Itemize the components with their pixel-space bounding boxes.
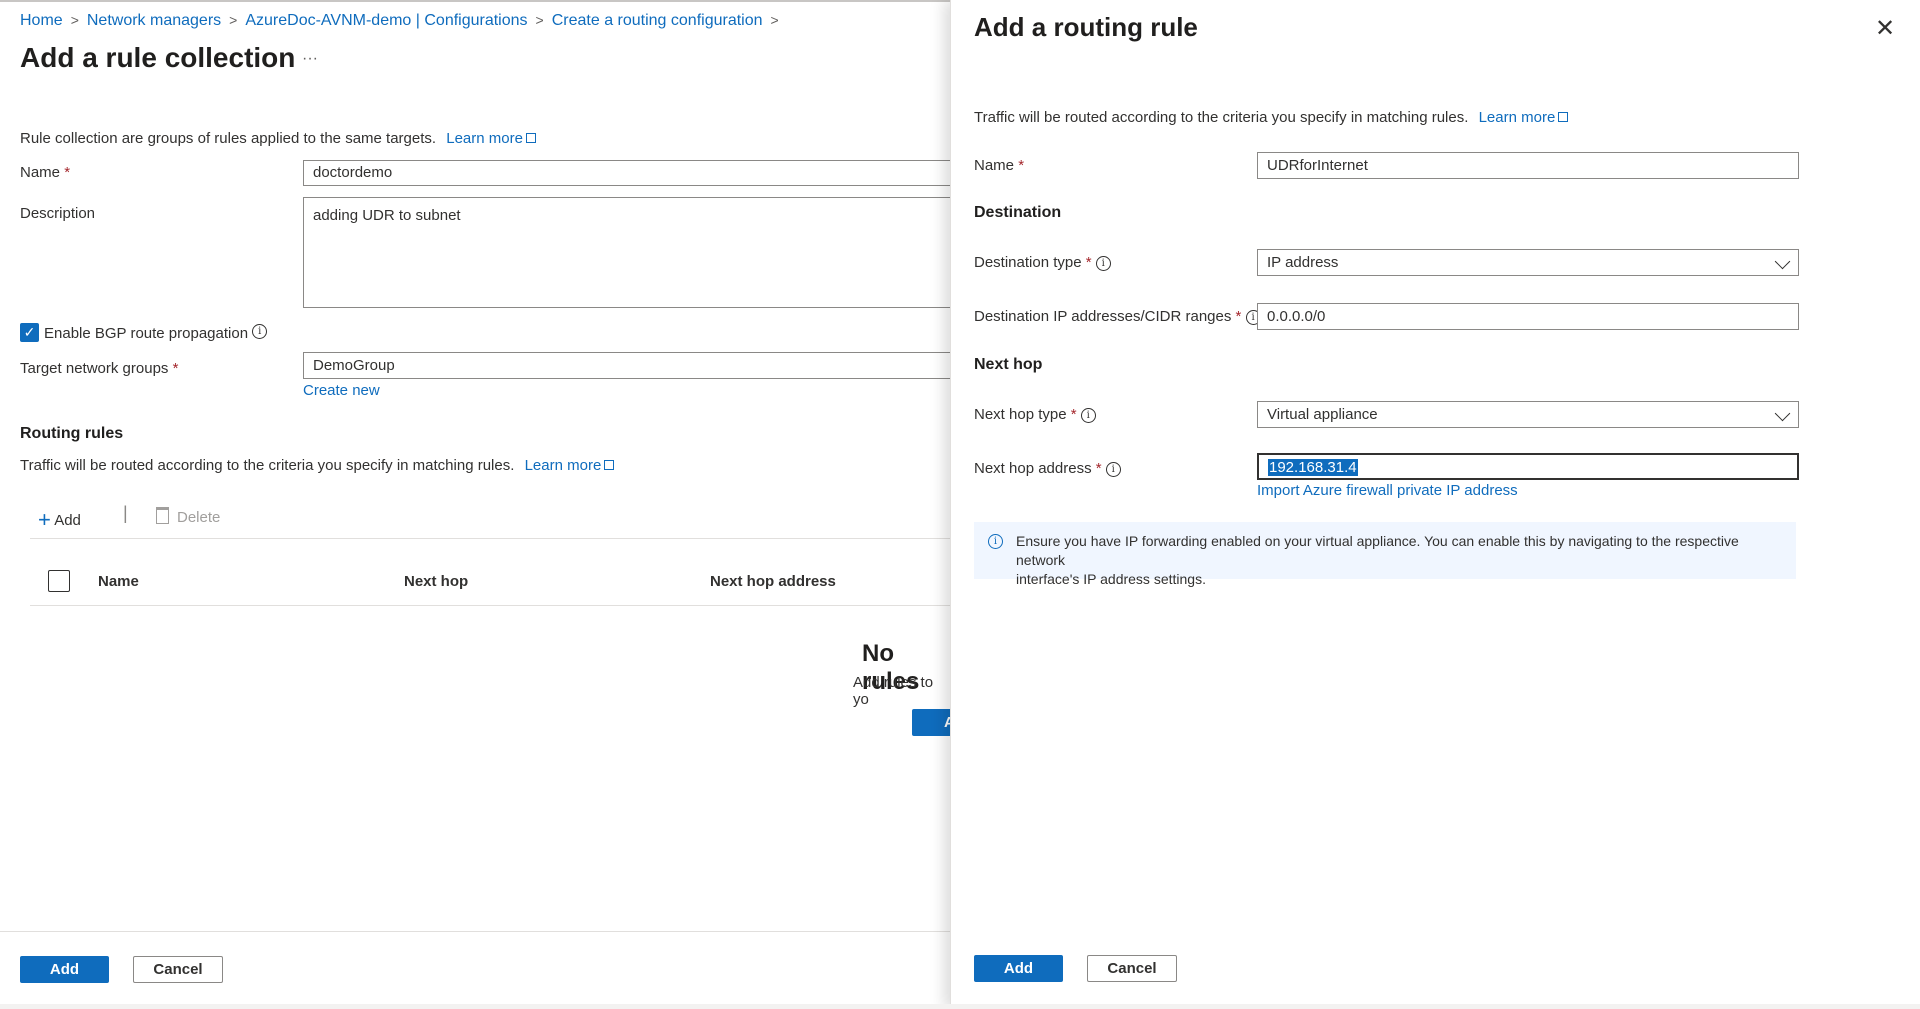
info-icon[interactable]: i xyxy=(1105,461,1121,477)
external-link-icon xyxy=(1558,112,1569,122)
rule-name-label: Name * xyxy=(974,157,1025,174)
add-rule-button[interactable]: + Add xyxy=(38,505,81,532)
column-header-next-hop[interactable]: Next hop xyxy=(404,573,468,590)
cancel-rule-button[interactable]: Cancel xyxy=(1087,955,1177,982)
next-hop-heading: Next hop xyxy=(974,356,1043,373)
column-header-next-hop-address[interactable]: Next hop address xyxy=(710,573,836,590)
bottom-band xyxy=(0,1004,1920,1009)
breadcrumb-network-managers[interactable]: Network managers xyxy=(87,12,221,29)
chevron-right-icon: > xyxy=(535,12,544,28)
chevron-down-icon xyxy=(1774,253,1791,270)
panel-learn-more-link[interactable]: Learn more xyxy=(1479,109,1569,126)
empty-state-subtitle: Add rules to yo xyxy=(853,674,934,708)
rule-collection-intro: Rule collection are groups of rules appl… xyxy=(20,130,536,147)
target-network-groups-input[interactable]: DemoGroup xyxy=(303,352,963,379)
destination-type-dropdown[interactable]: IP address xyxy=(1257,249,1799,276)
rule-collection-blade: Home > Network managers > AzureDoc-AVNM-demo… xyxy=(0,0,972,1009)
routing-rules-intro-text: Traffic will be routed according to the … xyxy=(20,457,515,474)
info-text-line-2: interface's IP address settings. xyxy=(1016,571,1206,587)
destination-ip-label: Destination IP addresses/CIDR ranges * i xyxy=(974,308,1261,325)
destination-heading: Destination xyxy=(974,204,1062,221)
chevron-right-icon: > xyxy=(70,12,79,28)
info-text-line-1: Ensure you have IP forwarding enabled on… xyxy=(1016,533,1739,568)
destination-type-value: IP address xyxy=(1267,254,1339,271)
description-label: Description xyxy=(20,205,96,222)
cancel-collection-button[interactable]: Cancel xyxy=(133,956,223,983)
more-options-button[interactable]: ··· xyxy=(302,50,318,68)
next-hop-type-label: Next hop type * i xyxy=(974,406,1096,423)
close-icon[interactable]: ✕ xyxy=(1875,14,1895,43)
delete-rule-button[interactable]: Delete xyxy=(156,505,220,526)
column-header-name[interactable]: Name xyxy=(98,573,139,590)
info-icon[interactable]: i xyxy=(1095,255,1111,271)
name-label: Name * xyxy=(20,164,71,181)
external-link-icon xyxy=(604,460,615,470)
next-hop-address-label: Next hop address * i xyxy=(974,460,1121,477)
bgp-label: Enable BGP route propagation i xyxy=(44,323,268,342)
destination-ip-input[interactable]: 0.0.0.0/0 xyxy=(1257,303,1799,330)
import-firewall-ip-link[interactable]: Import Azure firewall private IP address xyxy=(1257,482,1518,499)
add-routing-rule-panel: Add a routing rule ✕ Traffic will be rou… xyxy=(950,0,1920,1009)
breadcrumb-configurations[interactable]: AzureDoc-AVNM-demo | Configurations xyxy=(245,12,527,29)
chevron-right-icon: > xyxy=(229,12,238,28)
next-hop-address-input[interactable]: 192.168.31.4 xyxy=(1257,453,1799,480)
routing-rules-heading: Routing rules xyxy=(20,425,124,442)
external-link-icon xyxy=(525,133,536,143)
learn-more-link[interactable]: Learn more xyxy=(446,130,536,147)
description-textarea[interactable]: adding UDR to subnet xyxy=(303,197,963,308)
next-hop-type-value: Virtual appliance xyxy=(1267,406,1378,423)
page-title: Add a rule collection xyxy=(20,42,296,73)
chevron-down-icon xyxy=(1774,405,1791,422)
checkmark-icon: ✓ xyxy=(23,324,36,340)
add-rule-submit-button[interactable]: Add xyxy=(974,955,1063,982)
breadcrumb-home[interactable]: Home xyxy=(20,12,63,29)
select-all-checkbox[interactable] xyxy=(48,570,70,592)
name-input[interactable]: doctordemo xyxy=(303,160,963,186)
add-collection-button[interactable]: Add xyxy=(20,956,109,983)
toolbar-separator: | xyxy=(123,503,128,523)
target-network-groups-label: Target network groups * xyxy=(20,360,179,377)
breadcrumb: Home > Network managers > AzureDoc-AVNM-demo… xyxy=(20,12,787,30)
panel-intro-text: Traffic will be routed according to the … xyxy=(974,109,1469,126)
info-icon: i xyxy=(988,534,1003,549)
panel-title: Add a routing rule xyxy=(974,12,1198,42)
breadcrumb-create-routing-configuration[interactable]: Create a routing configuration xyxy=(552,12,763,29)
info-icon[interactable]: i xyxy=(1080,407,1096,423)
chevron-right-icon: > xyxy=(770,12,779,28)
selected-next-hop-address: 192.168.31.4 xyxy=(1268,459,1358,476)
routing-rules-intro: Traffic will be routed according to the … xyxy=(20,457,615,474)
ip-forwarding-info-box: i Ensure you have IP forwarding enabled … xyxy=(974,522,1796,587)
panel-intro: Traffic will be routed according to the … xyxy=(974,109,1569,126)
routing-rules-learn-more-link[interactable]: Learn more xyxy=(525,457,615,474)
destination-type-label: Destination type * i xyxy=(974,254,1111,271)
intro-text: Rule collection are groups of rules appl… xyxy=(20,130,437,147)
table-header-divider xyxy=(30,605,950,606)
trash-icon xyxy=(156,507,169,524)
next-hop-type-dropdown[interactable]: Virtual appliance xyxy=(1257,401,1799,428)
info-icon[interactable]: i xyxy=(252,323,268,339)
create-new-link[interactable]: Create new xyxy=(303,382,380,399)
rule-name-input[interactable]: UDRforInternet xyxy=(1257,152,1799,179)
plus-icon: + xyxy=(38,507,51,532)
toolbar-divider xyxy=(30,538,950,539)
bgp-checkbox[interactable]: ✓ xyxy=(20,323,39,342)
